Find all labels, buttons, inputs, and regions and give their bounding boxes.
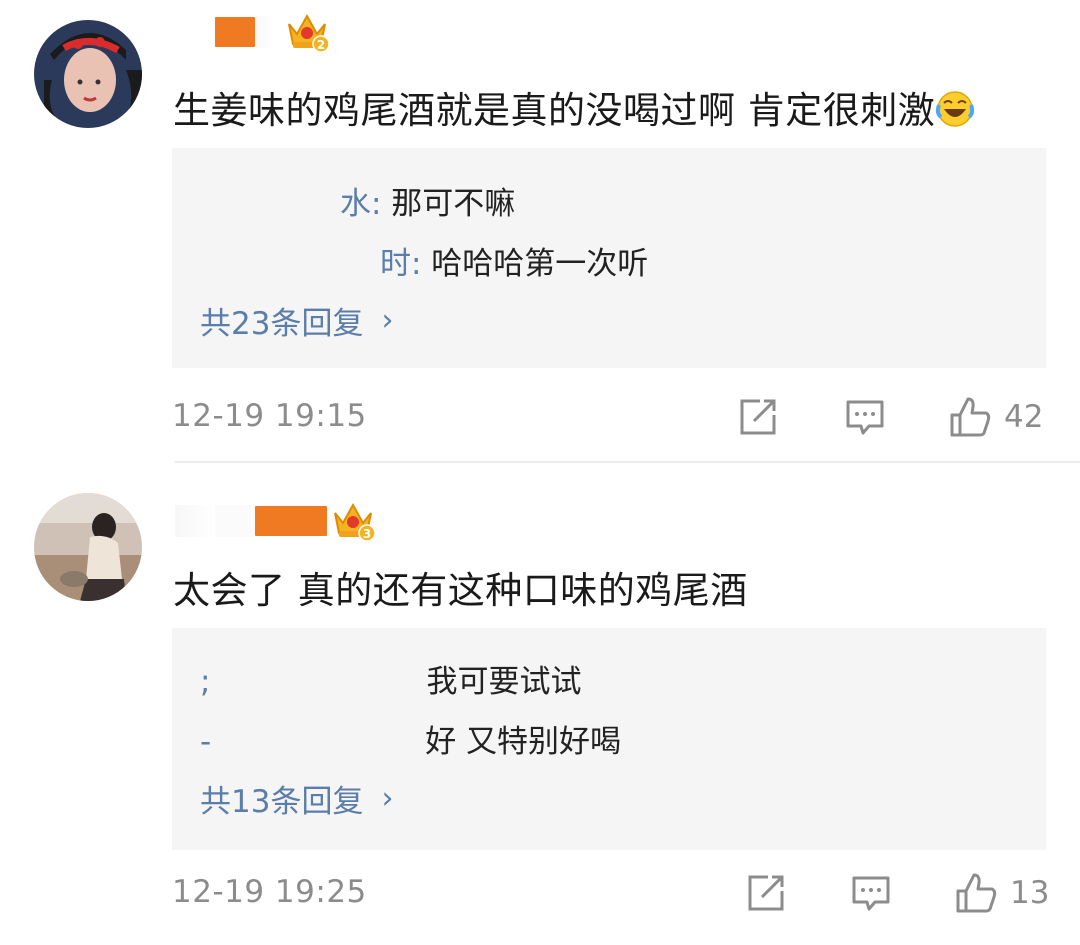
reply-line: 水: 那可不嘛 [200, 178, 515, 223]
crown-icon: 3 [331, 499, 376, 543]
like-button[interactable]: 13 [954, 872, 1049, 914]
svg-text:2: 2 [317, 38, 325, 52]
username-mask [255, 506, 327, 536]
reply-name[interactable]: 水 [340, 186, 371, 222]
reply-name-mask [210, 666, 427, 701]
share-button[interactable] [738, 396, 778, 438]
reply-line: - 好 又特别好喝 [200, 716, 621, 761]
timestamp: 12-19 19:25 [172, 874, 367, 910]
reply-preview-box[interactable]: ; 我可要试试 - 好 又特别好喝 共13条回复 › [172, 628, 1046, 850]
username-mask [215, 17, 255, 47]
username-blur [255, 16, 273, 48]
reply-line: 时: 哈哈哈第一次听 [200, 238, 648, 283]
svg-text:3: 3 [363, 527, 371, 541]
thumbs-up-icon [954, 871, 998, 915]
like-count: 42 [1004, 399, 1044, 435]
like-button[interactable]: 42 [948, 396, 1043, 438]
laughing-crying-emoji-icon [935, 89, 975, 129]
comment-text-content: 生姜味的鸡尾酒就是真的没喝过啊 肯定很刺激 [173, 89, 936, 132]
reply-text: 那可不嘛 [381, 186, 516, 222]
more-replies-label: 共23条回复 [200, 306, 364, 342]
comment-footer: 12-19 19:15 42 [172, 392, 1046, 442]
reply-text: 哈哈哈第一次听 [421, 246, 649, 282]
comment-item: 2 生姜味的鸡尾酒就是真的没喝过啊 肯定很刺激 水: 那可不嘛 时: 哈哈哈第一… [0, 0, 1080, 462]
username[interactable]: 2 [215, 13, 330, 53]
reply-text: 我可要试试 [426, 664, 582, 700]
comment-icon [845, 397, 885, 437]
share-button[interactable] [746, 872, 786, 914]
chevron-right-icon: › [381, 303, 394, 338]
crown-icon: 2 [285, 10, 330, 54]
reply-name[interactable]: 时 [380, 246, 411, 282]
comment-icon [851, 873, 891, 913]
reply-name[interactable]: - [200, 724, 211, 760]
reply-name-mask [211, 726, 426, 761]
reply-line: ; 我可要试试 [200, 656, 581, 701]
comment-footer: 12-19 19:25 13 [172, 868, 1049, 918]
comment-button[interactable] [851, 872, 891, 914]
share-icon [738, 397, 778, 437]
more-replies-label: 共13条回复 [200, 784, 364, 820]
comment-text: 太会了 真的还有这种口味的鸡尾酒 [173, 560, 748, 614]
reply-name-mask [200, 188, 340, 223]
username-blur [215, 505, 255, 537]
thumbs-up-icon [948, 395, 992, 439]
reply-preview-box[interactable]: 水: 那可不嘛 时: 哈哈哈第一次听 共23条回复 › [172, 148, 1046, 368]
timestamp: 12-19 19:15 [172, 398, 367, 434]
reply-separator: : [371, 186, 382, 222]
comment-button[interactable] [845, 396, 885, 438]
comment-text-content: 太会了 真的还有这种口味的鸡尾酒 [173, 569, 748, 612]
comment-item: 3 太会了 真的还有这种口味的鸡尾酒 ; 我可要试试 - 好 又特别好喝 共13条回… [0, 463, 1080, 945]
reply-name[interactable]: ; [200, 664, 210, 700]
more-replies-link[interactable]: 共13条回复 › [200, 776, 393, 821]
avatar[interactable] [34, 493, 142, 601]
username-blur [175, 505, 215, 537]
reply-name-mask [200, 248, 380, 283]
reply-separator: : [411, 246, 422, 282]
like-count: 13 [1010, 875, 1050, 911]
reply-text: 好 又特别好喝 [425, 724, 622, 760]
share-icon [746, 873, 786, 913]
avatar[interactable] [34, 20, 142, 128]
username[interactable]: 3 [175, 502, 376, 542]
more-replies-link[interactable]: 共23条回复 › [200, 298, 393, 343]
chevron-right-icon: › [381, 781, 394, 816]
comment-text: 生姜味的鸡尾酒就是真的没喝过啊 肯定很刺激 [173, 80, 975, 134]
